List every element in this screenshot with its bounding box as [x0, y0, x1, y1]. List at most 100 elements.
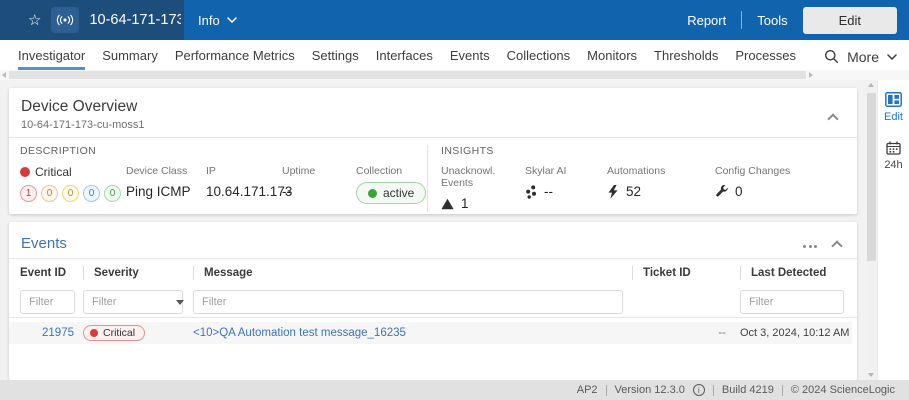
tab-monitors[interactable]: Monitors: [587, 40, 637, 70]
event-table-row[interactable]: 21975 Critical <10>QA Automation test me…: [9, 322, 852, 344]
time-range-label: 24h: [884, 159, 902, 171]
layout-edit-button[interactable]: Edit: [884, 92, 903, 123]
scroll-up-arrow-icon[interactable]: [868, 83, 874, 87]
collapse-panel-button[interactable]: [829, 110, 837, 128]
horizontal-scrollbar[interactable]: [0, 70, 909, 80]
footer-app-name: AP2: [577, 384, 598, 396]
severity-filter-select[interactable]: [83, 290, 183, 314]
chevron-down-icon: [227, 17, 237, 23]
info-dropdown[interactable]: Info: [198, 13, 237, 28]
tab-interfaces[interactable]: Interfaces: [376, 40, 433, 70]
uptime-field: Uptime --: [282, 165, 356, 204]
column-message[interactable]: Message: [193, 266, 632, 280]
collapse-panel-button[interactable]: [833, 237, 841, 255]
tab-collections[interactable]: Collections: [507, 40, 571, 70]
severity-critical-badge: Critical: [83, 325, 145, 341]
right-side-toolbar: Edit 24h: [877, 80, 909, 380]
panel-options-icon[interactable]: [803, 245, 817, 248]
version-info-icon[interactable]: i: [693, 384, 705, 396]
footer-build: Build 4219: [722, 384, 774, 396]
vertical-scrollbar-thumb[interactable]: [867, 93, 876, 261]
header-main: Info Report Tools Edit: [184, 0, 909, 40]
critical-dot-icon: [90, 329, 98, 337]
footer-version: Version 12.3.0: [615, 384, 685, 396]
time-range-button[interactable]: 24h: [884, 141, 902, 171]
events-table-header: Event ID Severity Message Ticket ID Last…: [9, 259, 857, 287]
scroll-down-arrow-icon[interactable]: [868, 373, 874, 377]
footer-copyright: © 2024 ScienceLogic: [791, 384, 895, 396]
wrench-icon: [715, 185, 728, 198]
column-last-detected[interactable]: Last Detected: [740, 266, 852, 280]
events-title-link[interactable]: Events: [21, 235, 67, 252]
vertical-scrollbar[interactable]: [866, 80, 877, 380]
more-tabs-dropdown[interactable]: More: [824, 40, 897, 70]
message-filter-input[interactable]: [193, 290, 623, 314]
favorite-star-icon[interactable]: ☆: [28, 13, 41, 28]
chevron-up-icon: [831, 240, 842, 251]
event-id-filter-input[interactable]: [20, 290, 75, 314]
horizontal-scrollbar-thumb[interactable]: [9, 71, 806, 79]
chevron-up-icon: [827, 113, 838, 124]
tab-processes[interactable]: Processes: [735, 40, 796, 70]
skylar-ai-stat: Skylar AI --: [525, 165, 607, 211]
layout-edit-label: Edit: [884, 111, 903, 123]
tab-bar: Investigator Summary Performance Metrics…: [0, 40, 909, 70]
insights-label: INSIGHTS: [441, 145, 857, 157]
description-section: DESCRIPTION Critical 1 0 0 0 0: [20, 145, 428, 212]
tab-settings[interactable]: Settings: [312, 40, 359, 70]
unacknowledged-events-stat: Unacknowl. Events 1: [441, 165, 525, 211]
critical-count-badge[interactable]: 1: [20, 185, 37, 202]
device-header-block: ☆ 10-64-171-173: [0, 0, 184, 40]
device-name: 10-64-171-173: [89, 12, 181, 28]
insights-section: INSIGHTS Unacknowl. Events 1 Skylar AI -…: [428, 145, 857, 212]
footer-divider: [782, 385, 783, 396]
tab-summary[interactable]: Summary: [102, 40, 158, 70]
severity-summary: Critical 1 0 0 0 0: [20, 165, 126, 204]
last-detected-filter-input[interactable]: [740, 290, 844, 314]
last-detected-value: Oct 3, 2024, 10:12 AM: [740, 327, 852, 339]
more-label: More: [847, 49, 879, 65]
device-overview-panel: Device Overview 10-64-171-173-cu-moss1 D…: [9, 88, 857, 214]
layout-grid-icon: [885, 92, 902, 107]
severity-label: Critical: [35, 165, 72, 179]
tab-performance-metrics[interactable]: Performance Metrics: [175, 40, 295, 70]
info-dropdown-label: Info: [198, 13, 220, 28]
top-header: ☆ 10-64-171-173 Info Report Tools Edit: [0, 0, 909, 40]
column-severity[interactable]: Severity: [83, 266, 193, 280]
event-id-link[interactable]: 21975: [20, 327, 83, 339]
active-dot-icon: [368, 189, 377, 198]
header-divider: [741, 11, 742, 29]
app-footer: AP2 Version 12.3.0 i Build 4219 © 2024 S…: [0, 380, 909, 400]
minor-count-badge[interactable]: 0: [62, 185, 79, 202]
tab-investigator[interactable]: Investigator: [18, 40, 85, 70]
major-count-badge[interactable]: 0: [41, 185, 58, 202]
events-filter-row: [9, 287, 857, 317]
tab-events[interactable]: Events: [450, 40, 490, 70]
scroll-right-arrow-icon[interactable]: [809, 72, 813, 78]
healthy-count-badge[interactable]: 0: [104, 185, 121, 202]
description-label: DESCRIPTION: [20, 145, 427, 157]
report-button[interactable]: Report: [687, 13, 726, 28]
tools-button[interactable]: Tools: [757, 13, 787, 28]
device-class-field: Device Class Ping ICMP: [126, 165, 206, 204]
column-ticket-id[interactable]: Ticket ID: [632, 266, 740, 280]
severity-counts: 1 0 0 0 0: [20, 185, 126, 202]
divider: [9, 317, 857, 318]
skylar-dots-icon: [525, 185, 537, 199]
footer-divider: [606, 385, 607, 396]
device-hostname: 10-64-171-173-cu-moss1: [21, 119, 845, 131]
events-header: Events: [9, 222, 857, 258]
chevron-down-icon: [887, 54, 897, 60]
automation-bolt-icon: [607, 185, 619, 199]
panel-title: Device Overview: [21, 98, 845, 116]
device-overview-body: DESCRIPTION Critical 1 0 0 0 0: [9, 138, 857, 212]
column-event-id[interactable]: Event ID: [20, 266, 83, 280]
calendar-icon: [886, 141, 901, 155]
edit-button[interactable]: Edit: [803, 7, 897, 34]
device-type-ping-icon: [51, 7, 79, 33]
tab-thresholds[interactable]: Thresholds: [654, 40, 718, 70]
collection-field: Collection active: [356, 165, 426, 204]
notice-count-badge[interactable]: 0: [83, 185, 100, 202]
event-message-link[interactable]: <10>QA Automation test message_16235: [193, 327, 632, 339]
scroll-left-arrow-icon[interactable]: [2, 72, 6, 78]
